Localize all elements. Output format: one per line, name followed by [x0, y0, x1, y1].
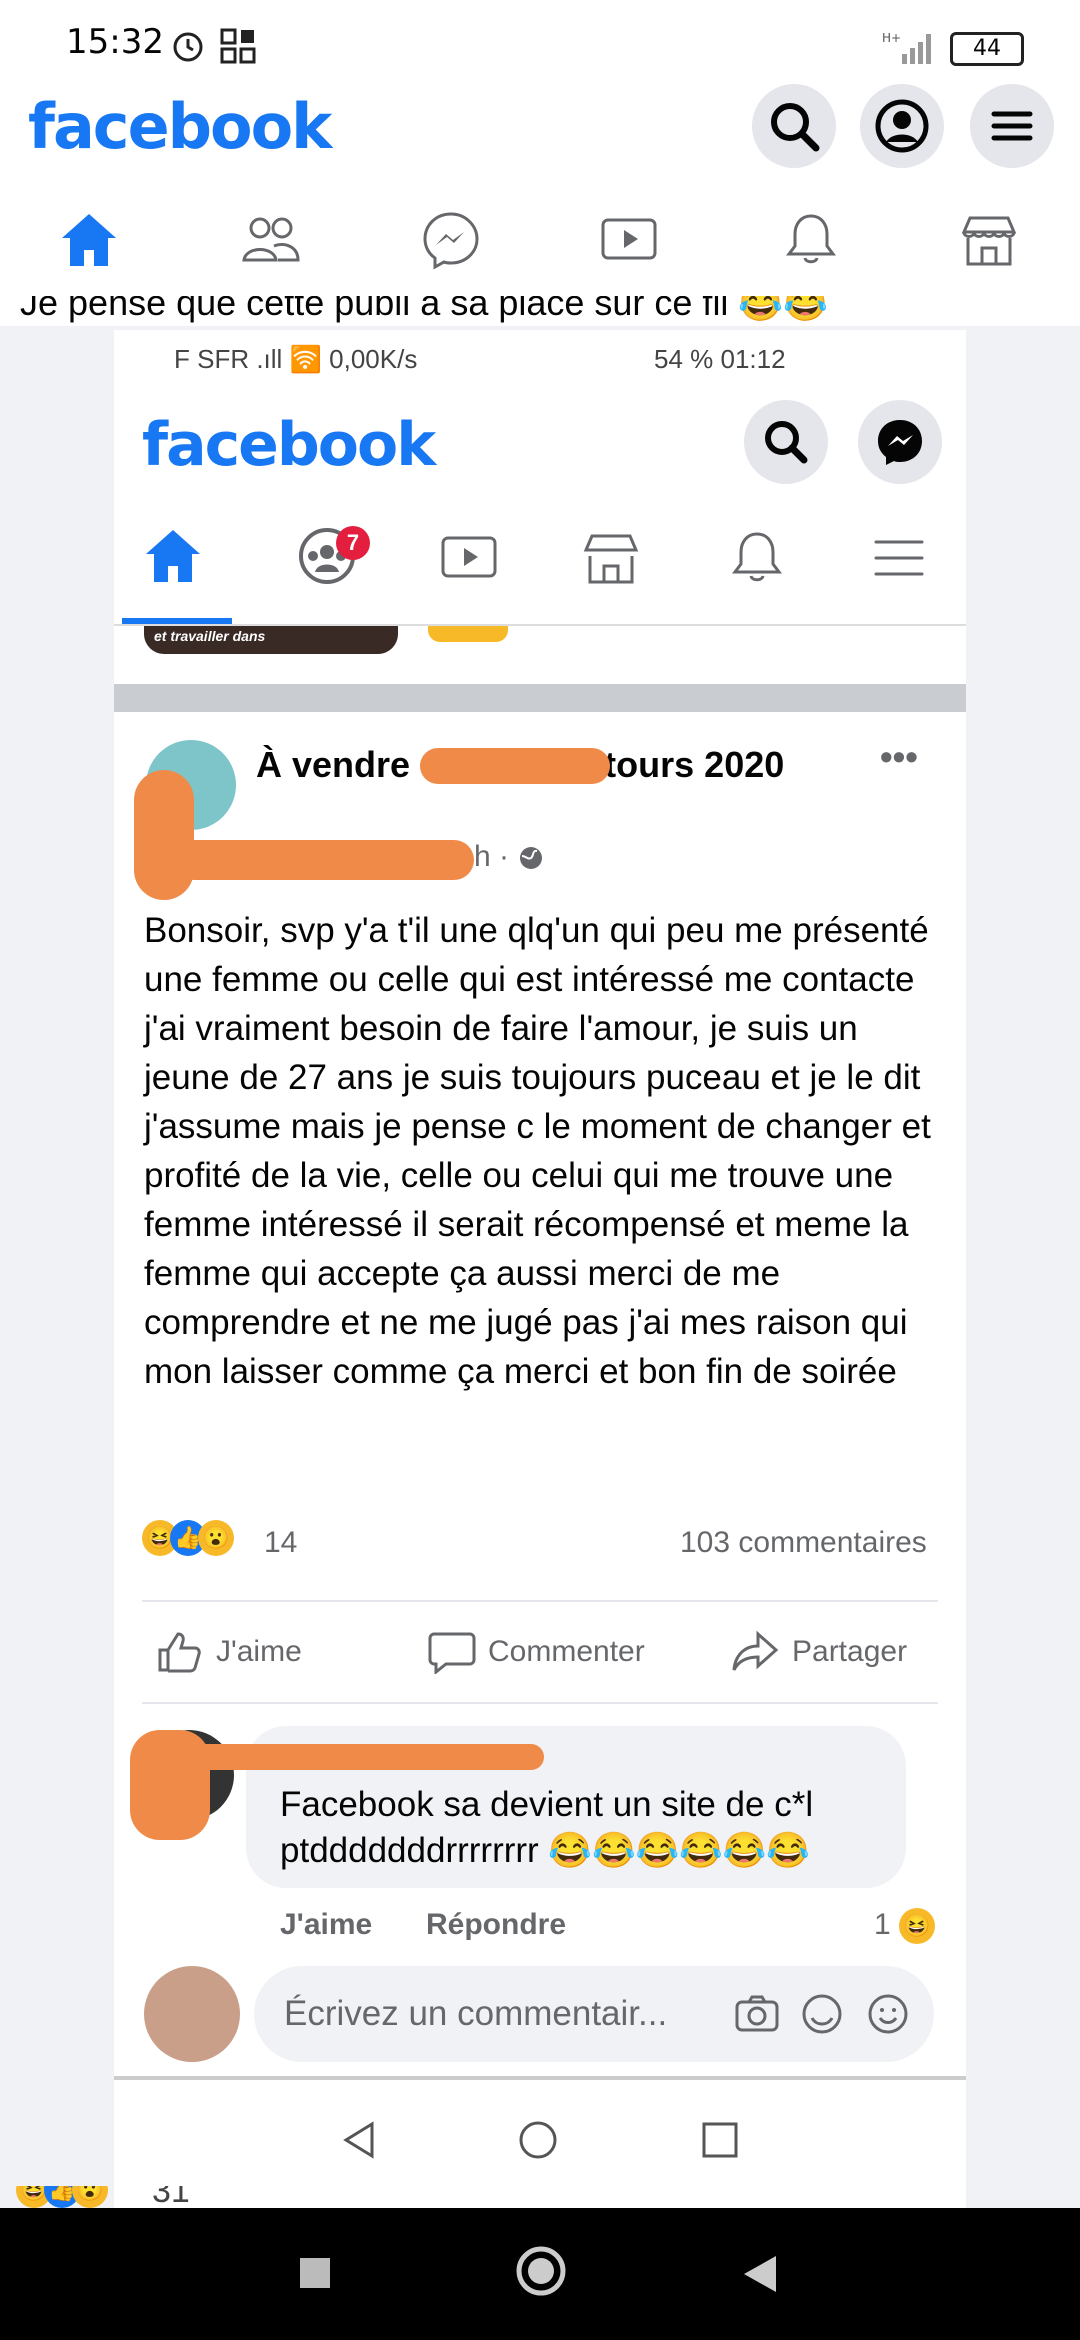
- share-icon: [732, 1630, 779, 1671]
- inner-system-nav: [114, 2080, 966, 2200]
- comment-reply-link: Répondre: [426, 1908, 567, 1941]
- profile-button[interactable]: [860, 84, 944, 168]
- like-label: J'aime: [216, 1635, 302, 1668]
- tab-friends[interactable]: [240, 210, 302, 275]
- tab-watch[interactable]: [598, 210, 660, 275]
- hamburger-icon: [874, 540, 924, 576]
- menu-button[interactable]: [970, 84, 1054, 168]
- svg-text:H+: H+: [882, 31, 901, 45]
- home-icon: [62, 214, 116, 266]
- redaction-scribble: [134, 770, 194, 900]
- camera-icon: [734, 1994, 780, 2039]
- peek-reaction-count: 31: [152, 2186, 190, 2208]
- inner-search-button: [744, 400, 828, 484]
- emoji-icon: [866, 1992, 910, 2041]
- inner-messenger-button: [858, 400, 942, 484]
- home-circle-icon: [516, 2246, 566, 2296]
- feed-separator: [114, 684, 966, 712]
- inner-tab-notifications: [726, 528, 788, 593]
- partial-reactions: [428, 626, 508, 642]
- home-circle-icon: [519, 2121, 557, 2159]
- previous-comment-peek: Je pense que cette publi a sa place sur …: [0, 296, 1080, 326]
- messenger-icon: [423, 212, 479, 270]
- next-comment-peek: 😆👍😮 31: [0, 2186, 1080, 2208]
- share-button: Partager: [732, 1630, 907, 1674]
- bell-icon: [732, 532, 782, 582]
- hamburger-icon: [991, 111, 1033, 141]
- inner-tab-watch: [438, 530, 500, 591]
- friends-badge: 7: [336, 526, 370, 560]
- link-preview-text: et travailler dans: [154, 628, 266, 644]
- marketplace-icon: [961, 216, 1017, 266]
- tab-marketplace[interactable]: [958, 210, 1020, 275]
- comment-text: Facebook sa devient un site de c*l ptddd…: [280, 1785, 814, 1870]
- inner-status-left: F SFR .ıll 🛜 0,00K/s: [174, 344, 418, 374]
- tab-home[interactable]: [58, 210, 120, 275]
- divider: [142, 1600, 938, 1602]
- video-icon: [441, 536, 497, 578]
- home-icon: [146, 530, 200, 582]
- recents-icon: [702, 2122, 738, 2158]
- alarm-icon: [170, 28, 206, 69]
- qr-icon: [220, 28, 256, 69]
- comment-button: Commenter: [428, 1630, 645, 1674]
- comment-count: 103 commentaires: [680, 1526, 927, 1559]
- marketplace-icon: [583, 534, 639, 584]
- search-icon: [771, 103, 820, 152]
- like-button: J'aime: [156, 1630, 302, 1674]
- link-preview-thumbnail: et travailler dans: [144, 626, 398, 654]
- sticker-icon: [800, 1992, 844, 2041]
- status-time: 15:32: [66, 22, 164, 62]
- redaction-scribble: [174, 840, 474, 880]
- battery-icon: 44: [950, 32, 1024, 66]
- tab-messenger[interactable]: [420, 210, 482, 275]
- messenger-icon: [878, 420, 922, 465]
- thumbs-up-icon: [158, 1632, 201, 1673]
- back-icon: [343, 2121, 374, 2159]
- inner-facebook-logo: facebook: [142, 410, 436, 480]
- peek-reaction-icons: 😆👍😮: [16, 2186, 108, 2208]
- more-options-icon: •••: [880, 736, 918, 777]
- friends-icon: [242, 217, 300, 262]
- back-icon: [744, 2256, 776, 2292]
- post-body: Bonsoir, svp y'a t'il une qlq'un qui peu…: [144, 911, 931, 1391]
- video-icon: [601, 218, 657, 260]
- comment-icon: [428, 1632, 476, 1674]
- tab-bar: [0, 190, 1080, 298]
- comment-placeholder: Écrivez un commentair...: [284, 1994, 668, 2033]
- globe-icon: [520, 847, 543, 870]
- share-label: Partager: [792, 1635, 908, 1668]
- wow-reaction-icon: 😮: [198, 1520, 234, 1556]
- comment-label: Commenter: [488, 1635, 645, 1668]
- comment-like-link: J'aime: [280, 1908, 373, 1941]
- redaction-scribble: [174, 1744, 544, 1770]
- search-button[interactable]: [752, 84, 836, 168]
- reaction-count: 14: [264, 1526, 298, 1559]
- back-button[interactable]: [742, 2254, 778, 2299]
- peek-text: Je pense que cette publi a sa place sur …: [20, 296, 829, 323]
- signal-icon: H+: [880, 30, 940, 69]
- profile-icon: [875, 99, 929, 153]
- inner-tab-menu: [868, 530, 930, 591]
- home-button[interactable]: [514, 2244, 568, 2303]
- user-avatar: [144, 1966, 240, 2062]
- facebook-logo: facebook: [28, 90, 332, 163]
- inner-tab-home: [142, 526, 204, 591]
- reaction-icons: 😆👍😮: [142, 1520, 234, 1564]
- bell-icon: [786, 214, 836, 264]
- tab-notifications[interactable]: [780, 210, 842, 275]
- inner-tab-marketplace: [580, 528, 642, 593]
- inner-status-right: 54 % 01:12: [654, 344, 786, 374]
- post-timestamp: h ·: [474, 840, 545, 874]
- haha-reaction-icon: 😆: [899, 1908, 936, 1945]
- status-bar: 15:32 H+ 44: [0, 0, 1080, 90]
- embedded-screenshot: F SFR .ıll 🛜 0,00K/s 54 % 01:12 facebook…: [114, 330, 966, 2260]
- recents-button[interactable]: [300, 2258, 330, 2288]
- divider: [142, 1702, 938, 1704]
- system-navigation-bar: [0, 2208, 1080, 2340]
- search-icon: [765, 421, 808, 464]
- redaction-scribble: [420, 748, 610, 784]
- comment-reaction-count: 1 😆: [874, 1908, 936, 1945]
